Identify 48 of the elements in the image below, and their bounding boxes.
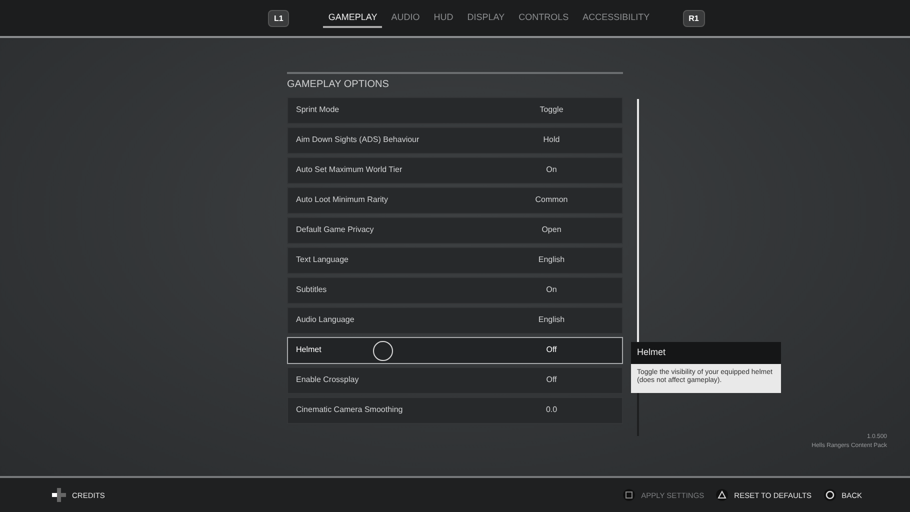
option-label: Subtitles bbox=[296, 286, 328, 295]
option-row[interactable]: Sprint Mode Toggle bbox=[287, 97, 623, 124]
option-label: Aim Down Sights (ADS) Behaviour bbox=[296, 136, 420, 145]
option-row[interactable]: Enable Crossplay Off bbox=[287, 367, 623, 394]
right-bumper-key[interactable]: R1 bbox=[682, 10, 705, 26]
option-label: Audio Language bbox=[296, 316, 356, 325]
option-value: Common bbox=[534, 196, 569, 205]
option-row[interactable]: Default Game Privacy Open bbox=[287, 217, 623, 244]
option-label: Helmet bbox=[296, 346, 322, 355]
cursor-icon bbox=[373, 341, 393, 361]
option-value: On bbox=[545, 166, 558, 175]
dpad-icon bbox=[52, 488, 66, 502]
option-label: Default Game Privacy bbox=[296, 226, 375, 235]
left-bumper-key[interactable]: L1 bbox=[268, 10, 290, 26]
option-value: On bbox=[545, 286, 558, 295]
option-label: Enable Crossplay bbox=[296, 376, 360, 385]
option-label: Cinematic Camera Smoothing bbox=[296, 406, 404, 415]
option-row[interactable]: Auto Loot Minimum Rarity Common bbox=[287, 187, 623, 214]
option-row[interactable]: Audio Language English bbox=[287, 307, 623, 334]
option-value: Toggle bbox=[538, 106, 564, 115]
tab[interactable]: HUD bbox=[428, 8, 458, 28]
tab[interactable]: GAMEPLAY bbox=[323, 8, 382, 28]
option-label: Text Language bbox=[296, 256, 350, 265]
option-row[interactable]: Text Language English bbox=[287, 247, 623, 274]
option-value: English bbox=[537, 256, 566, 265]
option-row[interactable]: Aim Down Sights (ADS) Behaviour Hold bbox=[287, 127, 623, 154]
option-row[interactable]: Subtitles On bbox=[287, 277, 623, 304]
option-value: English bbox=[537, 316, 566, 325]
circle-icon bbox=[824, 489, 836, 501]
option-value: 0.0 bbox=[544, 406, 558, 415]
tab[interactable]: CONTROLS bbox=[514, 8, 574, 28]
square-icon bbox=[623, 489, 636, 501]
option-label: Auto Loot Minimum Rarity bbox=[296, 196, 390, 205]
option-value: Off bbox=[545, 376, 558, 385]
option-value: Off bbox=[545, 346, 558, 355]
tab[interactable]: ACCESSIBILITY bbox=[578, 8, 655, 28]
option-value: Open bbox=[540, 226, 562, 235]
section-title: GAMEPLAY OPTIONS bbox=[287, 72, 623, 93]
option-row[interactable]: Cinematic Camera Smoothing 0.0 bbox=[287, 397, 623, 424]
tab[interactable]: DISPLAY bbox=[462, 8, 510, 28]
option-label: Sprint Mode bbox=[296, 106, 340, 115]
triangle-icon bbox=[716, 489, 728, 501]
tooltip-title: Helmet bbox=[631, 342, 781, 364]
option-row[interactable]: Auto Set Maximum World Tier On bbox=[287, 157, 623, 184]
tab[interactable]: AUDIO bbox=[386, 8, 425, 28]
option-row[interactable]: Helmet Off bbox=[287, 337, 623, 364]
option-value: Hold bbox=[542, 136, 561, 145]
option-label: Auto Set Maximum World Tier bbox=[296, 166, 404, 175]
